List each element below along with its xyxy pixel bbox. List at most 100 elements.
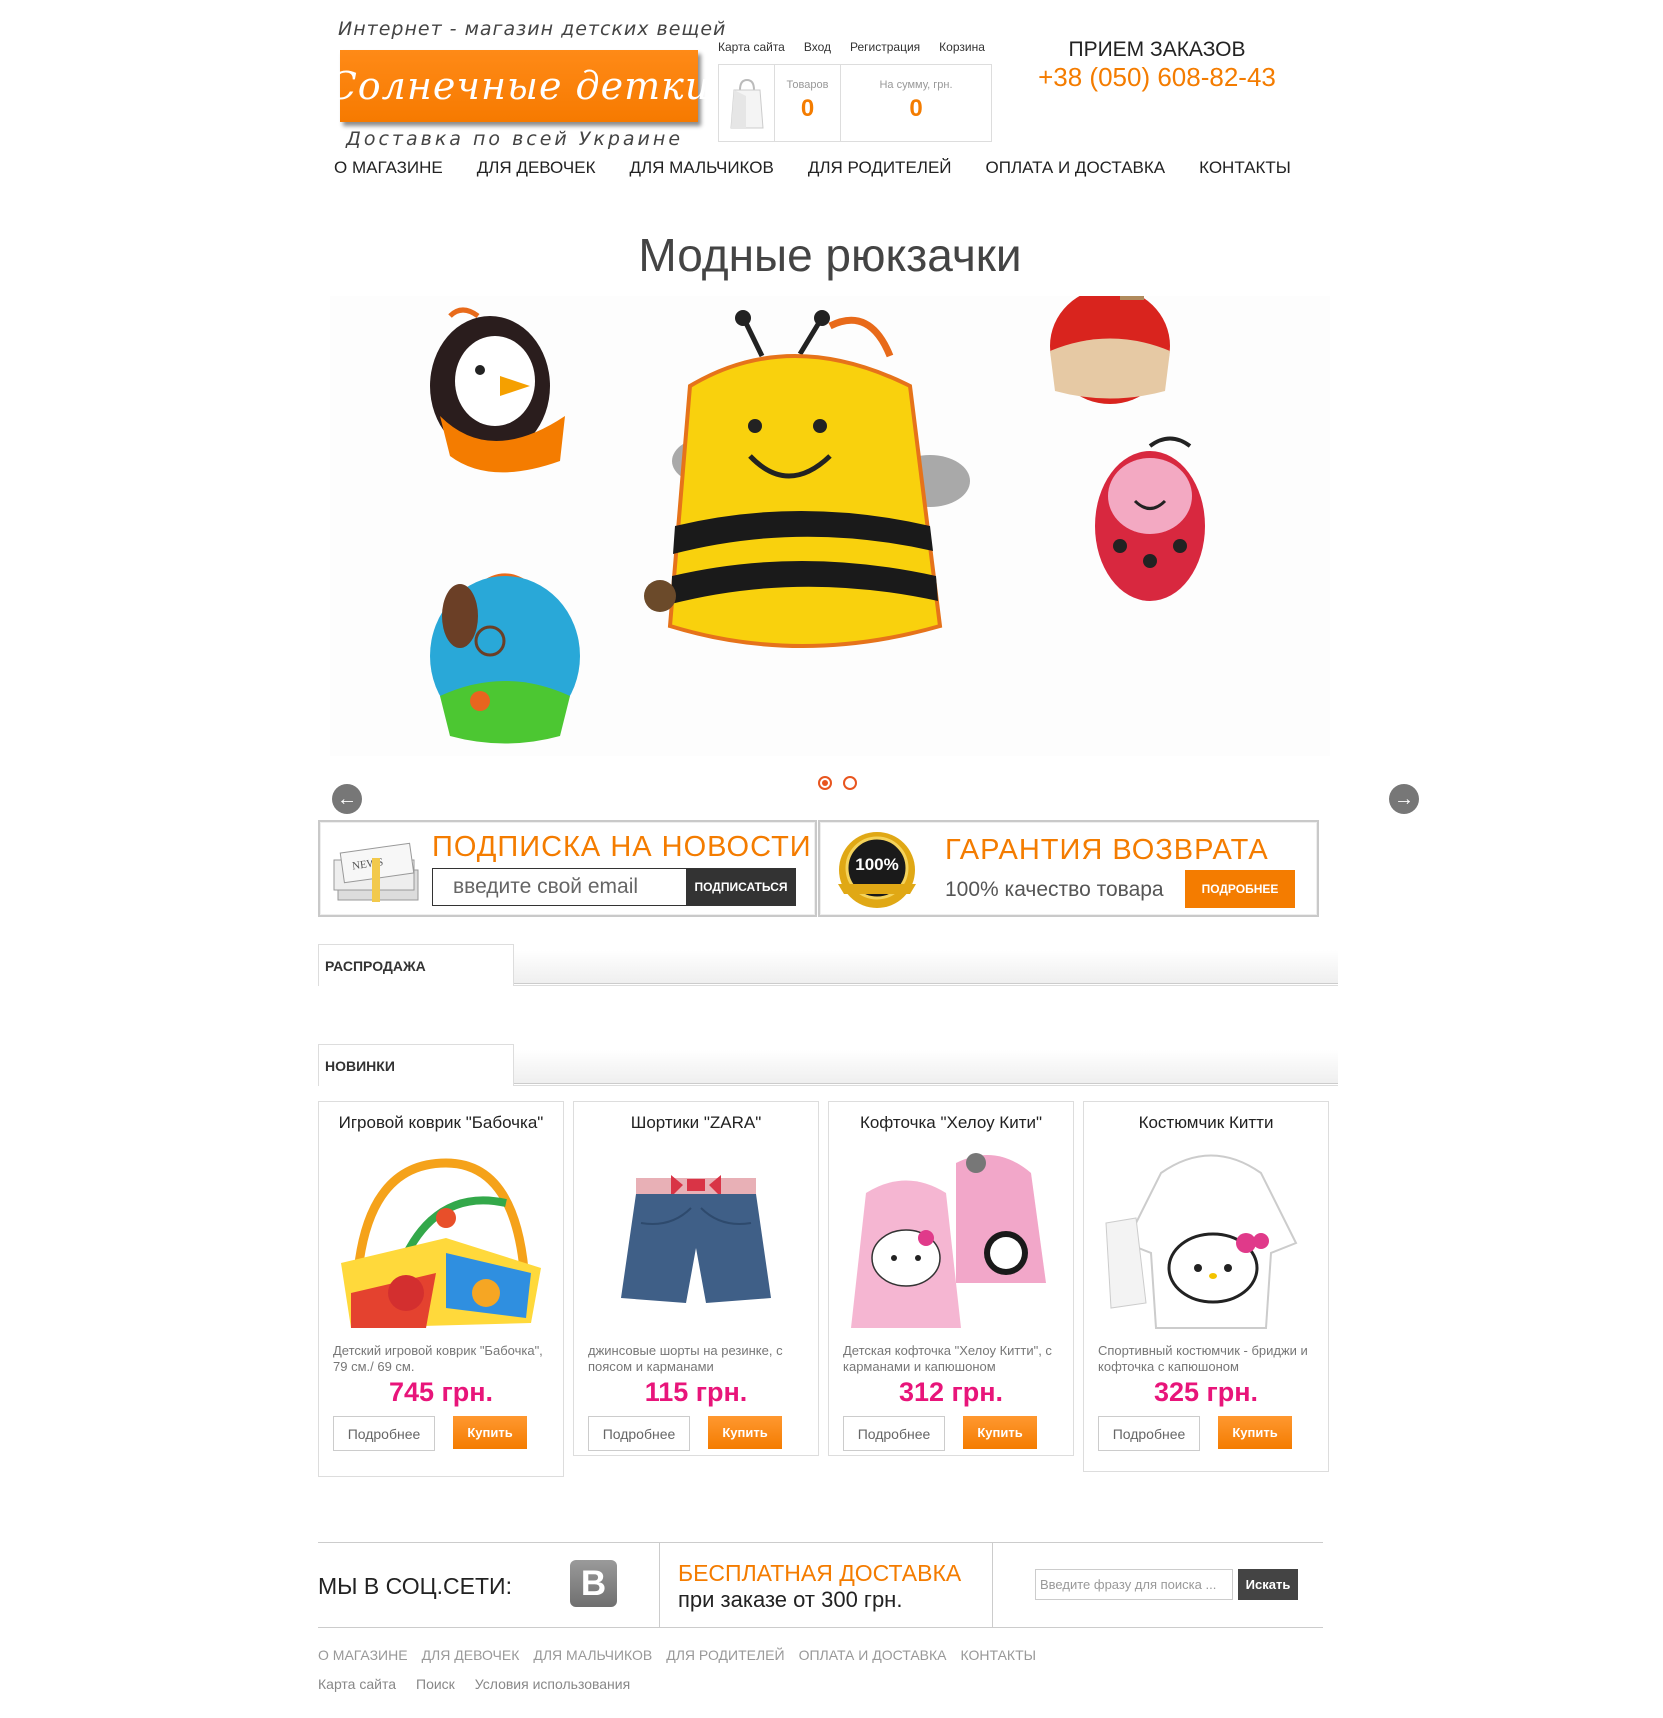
product-description: Детская кофточка "Хелоу Китти", с карман… <box>843 1343 1052 1374</box>
sale-section-strip <box>513 950 1338 984</box>
free-delivery-title: БЕСПЛАТНАЯ ДОСТАВКА <box>678 1560 962 1586</box>
product-price: 745 грн. <box>388 1377 494 1407</box>
orders-title: ПРИЕМ ЗАКАЗОВ <box>1068 38 1246 61</box>
footer-nav-girls[interactable]: ДЛЯ ДЕВОЧЕК <box>422 1647 520 1663</box>
logo[interactable]: Солнечные детки <box>328 50 709 122</box>
cart-sum-label: На сумму, грн. <box>879 79 953 91</box>
footer-search-link[interactable]: Поиск <box>416 1676 455 1692</box>
shopping-bag-icon <box>719 65 775 141</box>
slider-image[interactable] <box>330 270 1330 756</box>
logo-delivery-tagline: Доставка по всей Украине <box>346 128 684 150</box>
product-name[interactable]: Кофточка "Хелоу Кити" <box>829 1112 1073 1133</box>
slider-next-arrow-icon[interactable]: → <box>1389 784 1419 814</box>
nav-payment-delivery[interactable]: ОПЛАТА И ДОСТАВКА <box>986 158 1166 178</box>
register-link[interactable]: Регистрация <box>850 40 920 54</box>
play-mat-image[interactable] <box>319 1133 563 1343</box>
product-card: Шортики "ZARA" джинсовые шорты на резинк… <box>573 1101 819 1456</box>
product-details-button[interactable]: Подробнее <box>1098 1416 1200 1451</box>
new-section-strip <box>513 1050 1338 1084</box>
guarantee-box: 100% ГАРАНТИЯ ВОЗВРАТА 100% качество тов… <box>818 820 1319 917</box>
product-details-button[interactable]: Подробнее <box>588 1416 690 1451</box>
phone-number[interactable]: +38 (050) 608-82-43 <box>1022 62 1292 93</box>
product-description: джинсовые шорты на резинке, с поясом и к… <box>588 1343 783 1374</box>
footer-nav-parents[interactable]: ДЛЯ РОДИТЕЛЕЙ <box>666 1647 784 1663</box>
product-price: 115 грн. <box>644 1377 748 1407</box>
cart-sum-value: 0 <box>909 95 923 122</box>
search-button[interactable]: Искать <box>1238 1569 1298 1600</box>
free-delivery-subtitle: при заказе от 300 грн. <box>678 1587 903 1612</box>
footer-terms-link[interactable]: Условия использования <box>475 1676 630 1692</box>
cart-items-count: 0 <box>800 95 815 122</box>
slider-prev-arrow-icon[interactable]: ← <box>332 784 362 814</box>
slider-dot-2[interactable] <box>843 776 857 790</box>
guarantee-more-button[interactable]: ПОДРОБНЕЕ <box>1185 870 1295 908</box>
product-description: Детский игровой коврик "Бабочка", 79 см.… <box>333 1343 543 1374</box>
nav-contacts[interactable]: КОНТАКТЫ <box>1199 158 1291 178</box>
footer-divider <box>659 1543 660 1627</box>
cart-link[interactable]: Корзина <box>939 40 985 54</box>
tab-new[interactable]: НОВИНКИ <box>318 1044 514 1086</box>
subscribe-box: NEWS ПОДПИСКА НА НОВОСТИ введите свой em… <box>318 820 817 917</box>
guarantee-seal-icon: 100% <box>830 828 924 917</box>
nav-girls[interactable]: ДЛЯ ДЕВОЧЕК <box>477 158 596 178</box>
guarantee-title: ГАРАНТИЯ ВОЗВРАТА <box>945 834 1269 866</box>
product-details-button[interactable]: Подробнее <box>333 1416 435 1451</box>
footer-nav: О МАГАЗИНЕ ДЛЯ ДЕВОЧЕК ДЛЯ МАЛЬЧИКОВ ДЛЯ… <box>318 1647 1036 1663</box>
subscribe-button[interactable]: ПОДПИСАТЬСЯ <box>686 868 796 906</box>
main-nav: О МАГАЗИНЕ ДЛЯ ДЕВОЧЕК ДЛЯ МАЛЬЧИКОВ ДЛЯ… <box>334 158 1291 178</box>
slider-dot-1[interactable] <box>818 776 832 790</box>
guarantee-badge-text: 100% <box>855 855 898 874</box>
slide-title: Модные рюкзачки <box>638 229 1022 281</box>
footer-nav-contacts[interactable]: КОНТАКТЫ <box>961 1647 1037 1663</box>
nav-parents[interactable]: ДЛЯ РОДИТЕЛЕЙ <box>808 158 952 178</box>
slider-pagination <box>818 776 857 790</box>
footer-band: МЫ В СОЦ.СЕТИ: В БЕСПЛАТНАЯ ДОСТАВКА при… <box>318 1542 1323 1628</box>
vk-icon[interactable]: В <box>570 1560 617 1607</box>
sale-section: РАСПРОДАЖА <box>318 944 1338 986</box>
hello-kitty-jacket-image[interactable] <box>829 1133 1073 1343</box>
product-card: Кофточка "Хелоу Кити" Детская кофточка "… <box>828 1101 1074 1456</box>
email-input[interactable]: введите свой email <box>432 868 688 906</box>
footer-nav-payment-delivery[interactable]: ОПЛАТА И ДОСТАВКА <box>799 1647 947 1663</box>
fox-backpack-icon <box>1050 270 1170 404</box>
logo-tagline: Интернет - магазин детских вещей <box>338 18 727 40</box>
guarantee-subtitle: 100% качество товара <box>945 878 1164 901</box>
cart-items-label: Товаров <box>786 79 829 91</box>
shorts-image[interactable] <box>574 1133 818 1343</box>
product-name[interactable]: Костюмчик Китти <box>1084 1112 1328 1133</box>
product-name[interactable]: Шортики "ZARA" <box>574 1112 818 1133</box>
buy-button[interactable]: Купить <box>1218 1416 1292 1449</box>
newspaper-icon: NEWS <box>332 840 424 909</box>
footer-links: Карта сайта Поиск Условия использования <box>318 1676 630 1692</box>
product-name[interactable]: Игровой коврик "Бабочка" <box>319 1112 563 1133</box>
dog-backpack-icon <box>430 573 580 744</box>
new-section: НОВИНКИ <box>318 1044 1338 1086</box>
backpacks-illustration <box>330 270 1330 756</box>
product-price: 312 грн. <box>898 1377 1004 1407</box>
tab-sale[interactable]: РАСПРОДАЖА <box>318 944 514 986</box>
buy-button[interactable]: Купить <box>963 1416 1037 1449</box>
buy-button[interactable]: Купить <box>708 1416 782 1449</box>
nav-about[interactable]: О МАГАЗИНЕ <box>334 158 443 178</box>
product-description: Спортивный костюмчик - бриджи и кофточка… <box>1098 1343 1308 1374</box>
social-label: МЫ В СОЦ.СЕТИ: <box>318 1573 512 1599</box>
top-links: Карта сайта Вход Регистрация Корзина <box>718 40 985 54</box>
footer-nav-boys[interactable]: ДЛЯ МАЛЬЧИКОВ <box>533 1647 652 1663</box>
footer-nav-about[interactable]: О МАГАЗИНЕ <box>318 1647 408 1663</box>
buy-button[interactable]: Купить <box>453 1416 527 1449</box>
sitemap-link[interactable]: Карта сайта <box>718 40 785 54</box>
product-details-button[interactable]: Подробнее <box>843 1416 945 1451</box>
product-card: Костюмчик Китти Спортивный костюмчик - б… <box>1083 1101 1329 1472</box>
cart-items: Товаров 0 <box>775 65 841 141</box>
kitty-suit-image[interactable] <box>1084 1133 1328 1343</box>
subscribe-title: ПОДПИСКА НА НОВОСТИ <box>432 831 812 863</box>
cart-widget[interactable]: Товаров 0 На сумму, грн. 0 <box>718 64 992 142</box>
login-link[interactable]: Вход <box>804 40 831 54</box>
footer-sitemap-link[interactable]: Карта сайта <box>318 1676 396 1692</box>
nav-boys[interactable]: ДЛЯ МАЛЬЧИКОВ <box>629 158 773 178</box>
search-input[interactable]: Введите фразу для поиска ... <box>1035 1569 1233 1600</box>
cart-sum: На сумму, грн. 0 <box>841 65 991 141</box>
product-price: 325 грн. <box>1153 1377 1259 1407</box>
footer-divider <box>992 1543 993 1627</box>
product-card: Игровой коврик "Бабочка" Детский игровой… <box>318 1101 564 1477</box>
